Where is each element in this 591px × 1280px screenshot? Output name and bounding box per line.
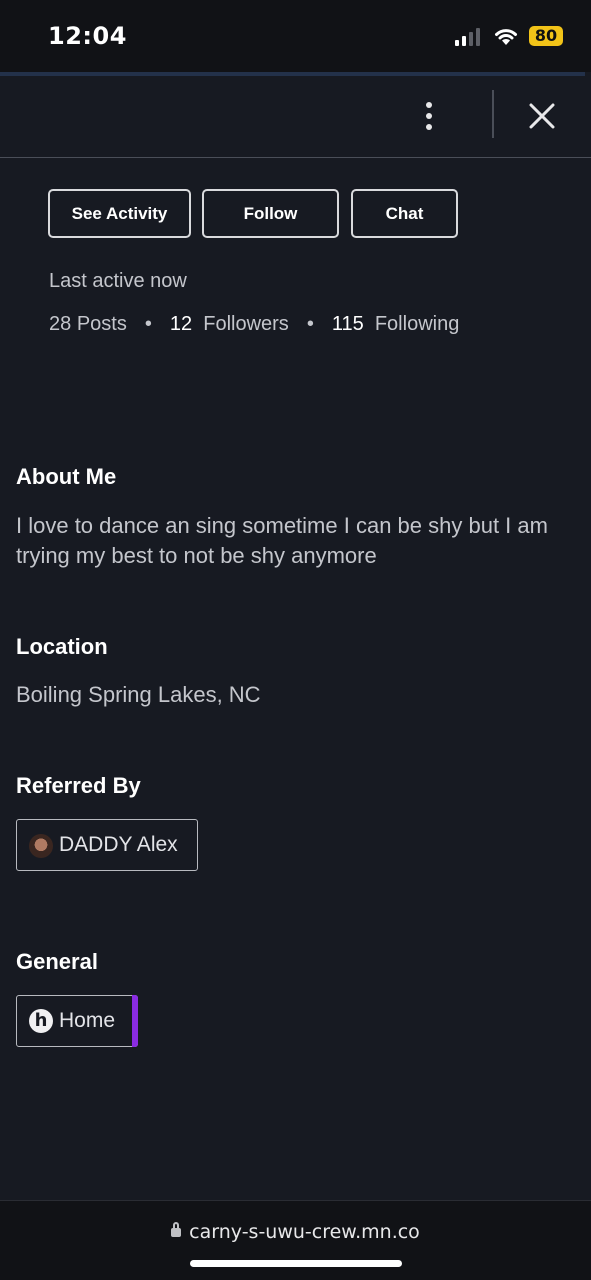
cellular-signal-icon xyxy=(455,28,480,46)
follow-button[interactable]: Follow xyxy=(202,189,339,238)
lock-icon xyxy=(171,1222,182,1237)
close-icon[interactable] xyxy=(526,100,558,132)
stats-separator: • xyxy=(306,313,314,335)
referred-by-title: Referred By xyxy=(16,773,141,798)
home-space-icon: h xyxy=(29,1009,53,1033)
location-text: Boiling Spring Lakes, NC xyxy=(16,682,261,707)
following-label: Following xyxy=(374,313,460,335)
top-bar xyxy=(0,76,591,158)
chat-button[interactable]: Chat xyxy=(351,189,458,238)
followers-count: 12 xyxy=(169,313,193,335)
followers-stat[interactable]: 12 Followers xyxy=(170,313,289,335)
followers-label: Followers xyxy=(203,313,289,335)
browser-address-bar: carny-s-uwu-crew.mn.co xyxy=(0,1200,591,1280)
more-options-button[interactable] xyxy=(414,96,444,136)
about-text: I love to dance an sing sometime I can b… xyxy=(16,513,548,568)
space-accent-bar xyxy=(132,995,138,1047)
url-display[interactable]: carny-s-uwu-crew.mn.co xyxy=(0,1221,591,1243)
referrer-chip[interactable]: DADDY Alex xyxy=(16,819,198,871)
status-bar: 12:04 80 xyxy=(0,0,591,72)
referrer-avatar xyxy=(29,834,53,858)
profile-stats: 28 Posts • 12 Followers • 115 Following xyxy=(49,313,459,336)
space-label: Home xyxy=(59,1009,116,1032)
about-title: About Me xyxy=(16,464,117,489)
general-title: General xyxy=(16,949,98,974)
more-vertical-icon xyxy=(426,102,432,108)
url-text: carny-s-uwu-crew.mn.co xyxy=(189,1221,420,1243)
space-chip-home[interactable]: h Home xyxy=(16,995,138,1047)
following-count: 115 xyxy=(331,313,364,335)
posts-label: Posts xyxy=(76,313,127,335)
wifi-icon xyxy=(495,29,517,45)
last-active-text: Last active now xyxy=(49,270,187,292)
more-vertical-icon-dot xyxy=(426,124,432,130)
posts-count: 28 xyxy=(49,313,72,335)
status-time: 12:04 xyxy=(48,22,127,50)
see-activity-button[interactable]: See Activity xyxy=(48,189,191,238)
stats-separator: • xyxy=(144,313,152,335)
home-indicator[interactable] xyxy=(190,1260,402,1267)
location-title: Location xyxy=(16,634,108,659)
referrer-name: DADDY Alex xyxy=(59,833,178,856)
battery-icon: 80 xyxy=(529,26,563,46)
more-vertical-icon-dot xyxy=(426,113,432,119)
header-divider xyxy=(492,90,494,138)
posts-stat[interactable]: 28 Posts xyxy=(49,313,127,335)
following-stat[interactable]: 115 Following xyxy=(332,313,460,335)
battery-level: 80 xyxy=(534,26,558,45)
